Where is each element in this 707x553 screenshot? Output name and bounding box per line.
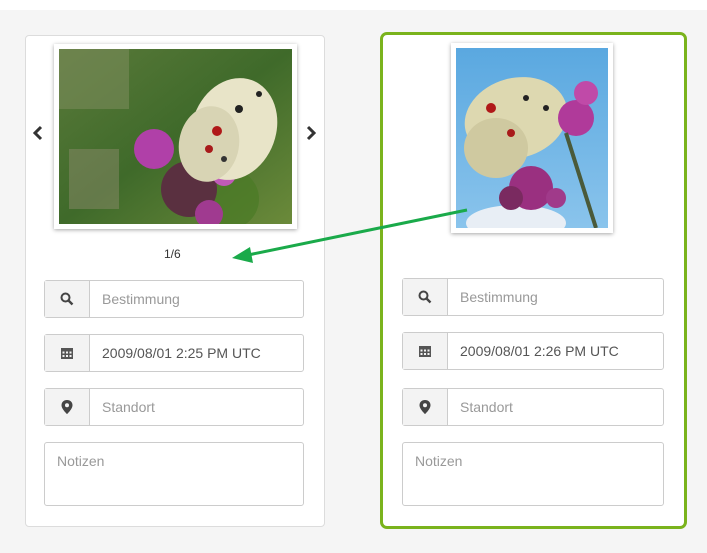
map-marker-icon [61, 400, 73, 414]
location-addon [45, 389, 90, 425]
search-icon [60, 292, 74, 306]
photo-thumbnail[interactable] [54, 44, 297, 229]
location-addon [403, 389, 448, 425]
butterfly-photo [456, 48, 608, 228]
notes-textarea[interactable]: Notizen [44, 442, 304, 506]
taxon-search-field[interactable]: Bestimmung [402, 278, 664, 316]
search-addon [403, 279, 448, 315]
search-icon [418, 290, 432, 304]
date-field[interactable]: 2009/08/01 2:26 PM UTC [402, 332, 664, 370]
search-addon [45, 281, 90, 317]
location-input[interactable]: Standort [90, 389, 303, 425]
location-field[interactable]: Standort [402, 388, 664, 426]
photo-counter: 1/6 [164, 247, 181, 261]
calendar-addon [403, 333, 448, 369]
date-field[interactable]: 2009/08/01 2:25 PM UTC [44, 334, 304, 372]
calendar-addon [45, 335, 90, 371]
observation-card-left[interactable]: 1/6 Bestimmung 2009/08/01 2:25 PM UTC St… [25, 35, 325, 527]
next-photo-button[interactable] [301, 118, 321, 148]
taxon-search-input[interactable]: Bestimmung [90, 281, 303, 317]
location-input[interactable]: Standort [448, 389, 663, 425]
taxon-search-input[interactable]: Bestimmung [448, 279, 663, 315]
top-bar [0, 0, 707, 10]
prev-photo-button[interactable] [28, 118, 48, 148]
map-marker-icon [419, 400, 431, 414]
chevron-right-icon [306, 125, 316, 141]
observation-card-right[interactable]: Bestimmung 2009/08/01 2:26 PM UTC Stando… [380, 32, 687, 529]
butterfly-photo [59, 49, 292, 224]
location-field[interactable]: Standort [44, 388, 304, 426]
notes-textarea[interactable]: Notizen [402, 442, 664, 506]
calendar-icon [419, 346, 431, 357]
photo-thumbnail[interactable] [451, 43, 613, 233]
date-input[interactable]: 2009/08/01 2:25 PM UTC [90, 335, 303, 371]
taxon-search-field[interactable]: Bestimmung [44, 280, 304, 318]
calendar-icon [61, 348, 73, 359]
chevron-left-icon [33, 125, 43, 141]
date-input[interactable]: 2009/08/01 2:26 PM UTC [448, 333, 663, 369]
